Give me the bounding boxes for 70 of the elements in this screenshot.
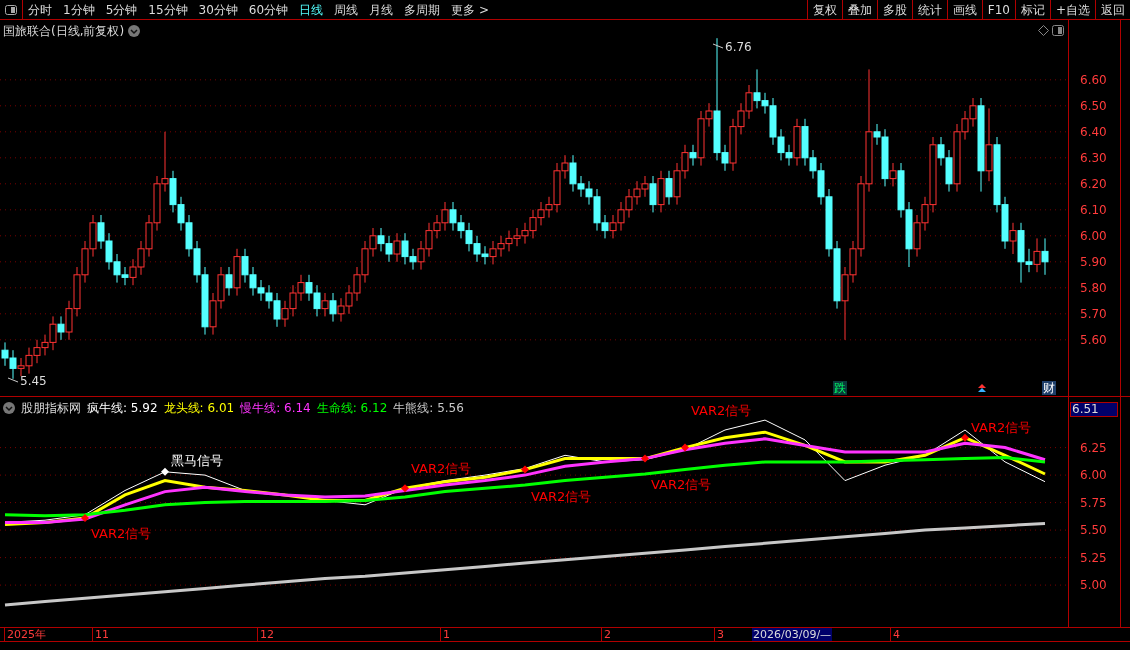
indicator-axis-label: 6.25 <box>1080 441 1107 454</box>
legend-item: 龙头线: 6.01 <box>163 400 235 417</box>
date-axis-label: 11 <box>92 628 109 641</box>
price-axis-label: 5.80 <box>1080 281 1107 294</box>
period-tab[interactable]: 月线 <box>369 0 394 19</box>
finance-marker[interactable]: 财 <box>1042 381 1056 395</box>
diamond-icon[interactable] <box>1038 25 1049 36</box>
cursor-value-label: 6.51 <box>1070 402 1118 417</box>
chevron-down-icon[interactable] <box>128 25 141 37</box>
period-tab[interactable]: 周线 <box>334 0 359 19</box>
toolbar-button[interactable]: 复权 <box>806 0 842 19</box>
price-axis-label: 6.60 <box>1080 73 1107 86</box>
price-axis-label: 6.40 <box>1080 125 1107 138</box>
signal-label: VAR2信号 <box>531 488 592 504</box>
date-axis-label: 12 <box>257 628 274 641</box>
double-caret-icon[interactable] <box>978 384 986 392</box>
date-axis-label: 1 <box>440 628 450 641</box>
toolbar-button[interactable]: 多股 <box>876 0 912 19</box>
signal-label: VAR2信号 <box>651 476 712 492</box>
period-tab[interactable]: 5分钟 <box>105 0 138 19</box>
indicator-axis-label: 5.25 <box>1080 551 1107 564</box>
low-price-label: 5.45 <box>20 373 47 390</box>
chart-title: 国旅联合(日线,前复权) <box>3 23 125 40</box>
date-axis-label: 4 <box>890 628 900 641</box>
legend-item: 慢牛线: 6.14 <box>240 400 311 417</box>
panel-toggle-icon[interactable] <box>1052 25 1064 36</box>
price-axis-label: 6.50 <box>1080 99 1107 112</box>
signal-label: VAR2信号 <box>691 402 752 418</box>
signal-label: VAR2信号 <box>91 526 152 541</box>
toolbar-button[interactable]: 标记 <box>1014 0 1050 19</box>
toolbar-button[interactable]: 统计 <box>911 0 947 19</box>
period-tab[interactable]: 多周期 <box>404 0 441 19</box>
panel-toggle-icon[interactable] <box>5 4 17 15</box>
price-axis-label: 6.00 <box>1080 229 1107 242</box>
price-axis-label: 6.30 <box>1080 151 1107 164</box>
period-tab[interactable]: 15分钟 <box>148 0 188 19</box>
price-axis-label: 6.20 <box>1080 177 1107 190</box>
chevron-down-icon[interactable] <box>3 402 15 414</box>
period-tab[interactable]: 60分钟 <box>248 0 289 19</box>
price-axis-label: 6.10 <box>1080 203 1107 216</box>
cursor-date-label: 2026/03/09/— <box>752 628 833 641</box>
fall-marker[interactable]: 跌 <box>833 381 847 395</box>
period-tab[interactable]: 分时 <box>28 0 52 19</box>
price-axis-label: 5.70 <box>1080 307 1107 320</box>
indicator-axis-label: 5.75 <box>1080 496 1107 509</box>
legend-item: 生命线: 6.12 <box>316 400 388 417</box>
signal-label: VAR2信号 <box>971 419 1032 435</box>
toolbar-button[interactable]: 叠加 <box>841 0 877 19</box>
toolbar-button[interactable]: 返回 <box>1095 0 1130 19</box>
date-axis-label: 2025年 <box>4 628 46 641</box>
period-tab[interactable]: 30分钟 <box>198 0 238 19</box>
price-axis-label: 5.60 <box>1080 333 1107 346</box>
indicator-axis-label: 5.00 <box>1080 579 1107 592</box>
period-tab[interactable]: 1分钟 <box>63 0 95 19</box>
period-tab[interactable]: 日线 <box>299 0 324 19</box>
period-tab[interactable]: 更多 > <box>451 0 489 19</box>
indicator-axis-label: 6.00 <box>1080 469 1107 482</box>
date-axis-label: 3 <box>714 628 724 641</box>
toolbar-button[interactable]: F10 <box>981 0 1015 19</box>
price-axis-label: 5.90 <box>1080 255 1107 268</box>
indicator-name: 股朋指标网 <box>21 400 81 417</box>
toolbar-button[interactable]: +自选 <box>1049 0 1095 19</box>
high-price-label: 6.76 <box>725 39 752 56</box>
legend-item: 牛熊线: 5.56 <box>393 400 464 417</box>
toolbar-button[interactable]: 画线 <box>946 0 982 19</box>
signal-label: 黑马信号 <box>171 452 223 468</box>
signal-label: VAR2信号 <box>411 461 472 477</box>
indicator-axis-label: 5.50 <box>1080 524 1107 537</box>
legend-item: 疯牛线: 5.92 <box>87 400 158 417</box>
date-axis-label: 2 <box>601 628 611 641</box>
